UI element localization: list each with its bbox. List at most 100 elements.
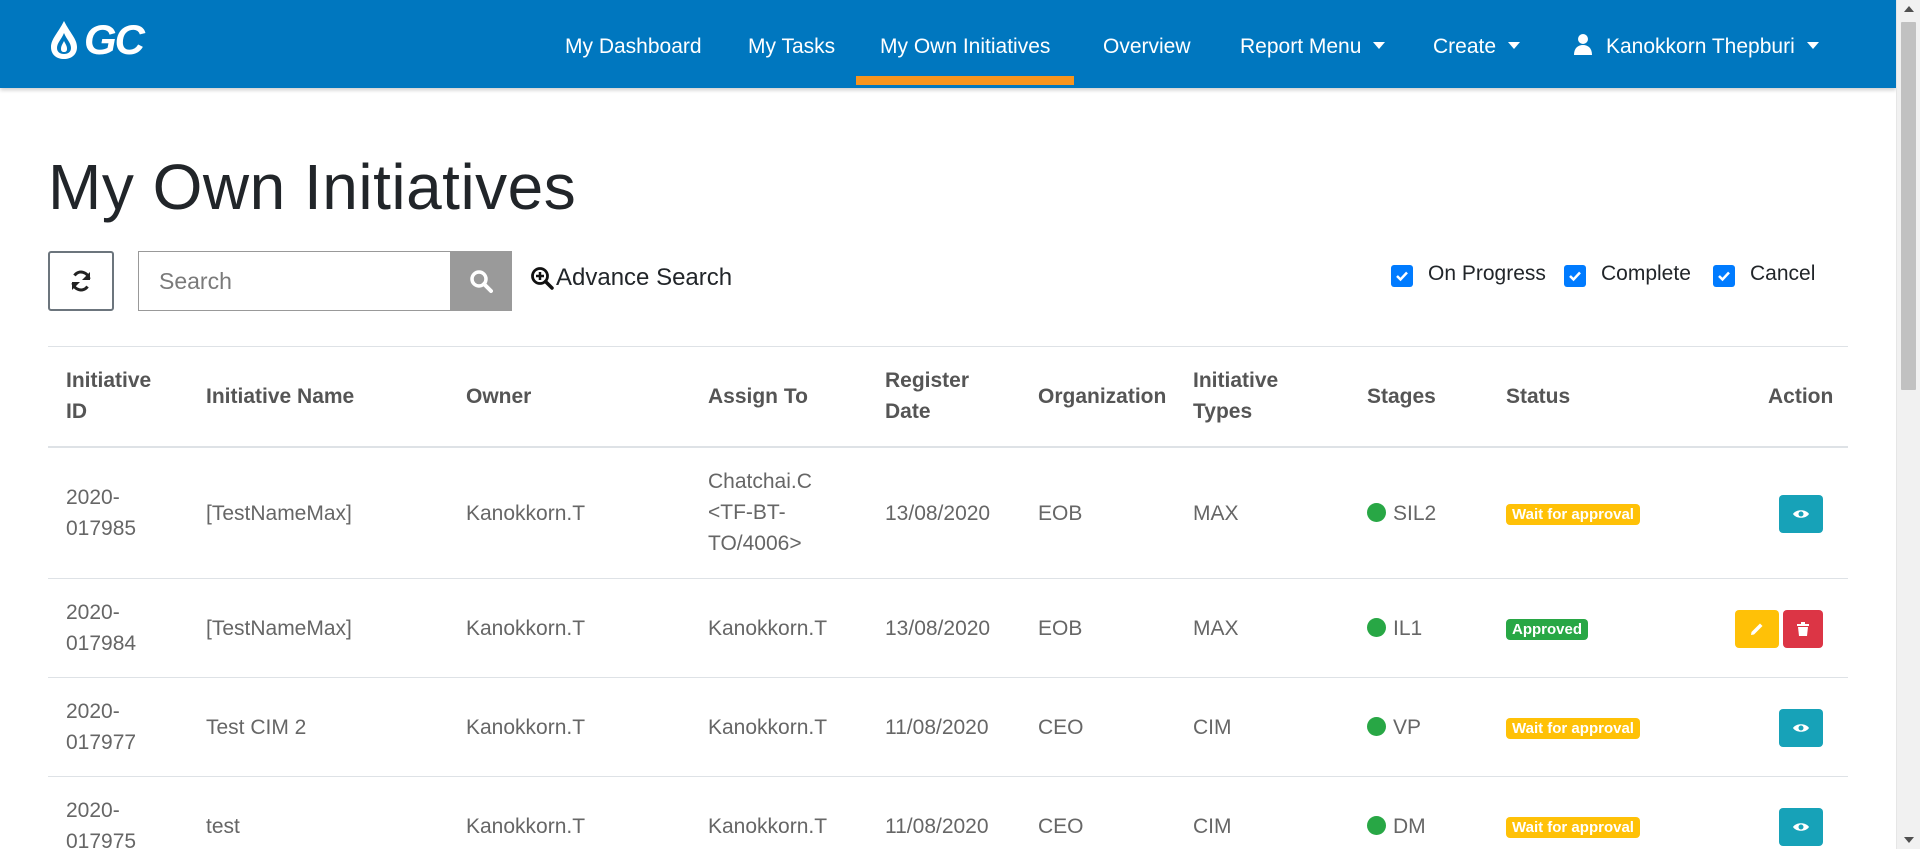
nav-report-menu[interactable]: Report Menu bbox=[1240, 0, 1386, 88]
cell-register-date: 13/08/2020 bbox=[885, 502, 991, 525]
cell-stage: DM bbox=[1367, 811, 1426, 842]
chevron-down-icon bbox=[1806, 41, 1819, 49]
cell-initiative-name: Test CIM 2 bbox=[206, 716, 307, 739]
cell-organization: EOB bbox=[1038, 617, 1083, 640]
search-input[interactable] bbox=[138, 251, 450, 311]
cell-register-date: 13/08/2020 bbox=[885, 617, 991, 640]
stage-label: SIL2 bbox=[1393, 502, 1437, 525]
checkbox-checked-icon[interactable] bbox=[1391, 265, 1413, 287]
cell-assign-to: Kanokkorn.T bbox=[708, 617, 828, 640]
cell-assign-to: Kanokkorn.T bbox=[708, 815, 828, 838]
header-initiative-types[interactable]: Initiative Types bbox=[1193, 365, 1293, 427]
nav-my-tasks[interactable]: My Tasks bbox=[748, 0, 835, 88]
user-icon bbox=[1574, 34, 1592, 56]
cell-initiative-name: [TestNameMax] bbox=[206, 502, 352, 525]
view-button[interactable] bbox=[1779, 808, 1823, 846]
filter-on-progress-label: On Progress bbox=[1428, 262, 1546, 285]
cell-initiative-name: [TestNameMax] bbox=[206, 617, 352, 640]
cell-owner: Kanokkorn.T bbox=[466, 502, 586, 525]
nav-create[interactable]: Create bbox=[1433, 0, 1521, 88]
stage-status-dot-icon bbox=[1367, 617, 1386, 637]
view-button[interactable] bbox=[1779, 709, 1823, 747]
delete-button[interactable] bbox=[1783, 610, 1823, 648]
scroll-up-arrow-icon[interactable] bbox=[1904, 6, 1914, 12]
nav-user-menu[interactable]: Kanokkorn Thepburi bbox=[1574, 0, 1819, 88]
edit-button[interactable] bbox=[1735, 610, 1779, 648]
cell-stage: VP bbox=[1367, 712, 1421, 743]
header-initiative-name[interactable]: Initiative Name bbox=[206, 381, 354, 412]
pencil-icon bbox=[1751, 623, 1763, 635]
status-badge: Wait for approval bbox=[1506, 718, 1640, 739]
advance-search-link[interactable]: Advance Search bbox=[530, 264, 732, 292]
stage-status-dot-icon bbox=[1367, 502, 1386, 522]
chevron-down-icon bbox=[1373, 41, 1386, 49]
table-header: Initiative ID Initiative Name Owner Assi… bbox=[48, 346, 1848, 448]
header-organization[interactable]: Organization bbox=[1038, 381, 1166, 412]
header-initiative-id[interactable]: Initiative ID bbox=[66, 365, 166, 427]
nav-report-menu-label: Report Menu bbox=[1240, 35, 1362, 58]
header-status[interactable]: Status bbox=[1506, 381, 1570, 412]
eye-icon bbox=[1793, 724, 1809, 732]
cell-register-date: 11/08/2020 bbox=[885, 716, 989, 739]
search-icon bbox=[470, 270, 493, 293]
nav-my-dashboard[interactable]: My Dashboard bbox=[565, 0, 702, 88]
vertical-scrollbar[interactable] bbox=[1896, 0, 1920, 849]
cell-organization: CEO bbox=[1038, 815, 1084, 838]
eye-icon bbox=[1793, 823, 1809, 831]
header-action: Action bbox=[1768, 385, 1834, 408]
nav-overview[interactable]: Overview bbox=[1103, 0, 1191, 88]
search-button[interactable] bbox=[450, 251, 512, 311]
nav-create-label: Create bbox=[1433, 35, 1497, 58]
table-row[interactable]: 2020-017985 [TestNameMax] Kanokkorn.T Ch… bbox=[48, 448, 1848, 579]
cell-initiative-id: 2020-017985 bbox=[66, 486, 137, 540]
eye-icon bbox=[1793, 510, 1809, 518]
checkbox-checked-icon[interactable] bbox=[1713, 265, 1735, 287]
table-row[interactable]: 2020-017977 Test CIM 2 Kanokkorn.T Kanok… bbox=[48, 678, 1848, 777]
filter-on-progress[interactable]: On Progress bbox=[1391, 262, 1546, 287]
status-badge: Approved bbox=[1506, 619, 1589, 640]
header-register-date[interactable]: Register Date bbox=[885, 365, 985, 427]
header-assign-to[interactable]: Assign To bbox=[708, 381, 808, 412]
cell-organization: EOB bbox=[1038, 502, 1083, 525]
refresh-button[interactable] bbox=[48, 251, 114, 311]
stage-label: DM bbox=[1393, 815, 1426, 838]
scroll-thumb[interactable] bbox=[1901, 22, 1916, 390]
stage-label: IL1 bbox=[1393, 617, 1423, 640]
trash-icon bbox=[1797, 622, 1809, 636]
filter-complete[interactable]: Complete bbox=[1564, 262, 1691, 287]
cell-owner: Kanokkorn.T bbox=[466, 815, 586, 838]
cell-initiative-type: CIM bbox=[1193, 716, 1232, 739]
cell-register-date: 11/08/2020 bbox=[885, 815, 989, 838]
scroll-down-arrow-icon[interactable] bbox=[1904, 837, 1914, 843]
header-owner[interactable]: Owner bbox=[466, 381, 531, 412]
stage-status-dot-icon bbox=[1367, 815, 1386, 835]
stage-label: VP bbox=[1393, 716, 1422, 739]
user-name: Kanokkorn Thepburi bbox=[1606, 35, 1795, 58]
filter-cancel-label: Cancel bbox=[1750, 262, 1816, 285]
nav-my-own-initiatives[interactable]: My Own Initiatives bbox=[855, 0, 1075, 88]
table-row[interactable]: 2020-017975 test Kanokkorn.T Kanokkorn.T… bbox=[48, 777, 1848, 849]
top-navbar: GC My Dashboard My Tasks My Own Initiati… bbox=[0, 0, 1896, 88]
cell-initiative-id: 2020-017977 bbox=[66, 700, 137, 754]
cell-owner: Kanokkorn.T bbox=[466, 617, 586, 640]
filter-complete-label: Complete bbox=[1601, 262, 1691, 285]
view-button[interactable] bbox=[1779, 495, 1823, 533]
header-stages[interactable]: Stages bbox=[1367, 381, 1436, 412]
cell-owner: Kanokkorn.T bbox=[466, 716, 586, 739]
cell-initiative-type: MAX bbox=[1193, 617, 1239, 640]
cell-stage: IL1 bbox=[1367, 613, 1422, 644]
cell-initiative-type: CIM bbox=[1193, 815, 1232, 838]
initiatives-table: Initiative ID Initiative Name Owner Assi… bbox=[48, 346, 1848, 849]
filter-cancel[interactable]: Cancel bbox=[1713, 262, 1816, 287]
cell-initiative-name: test bbox=[206, 815, 240, 838]
cell-initiative-type: MAX bbox=[1193, 502, 1239, 525]
cell-initiative-id: 2020-017975 bbox=[66, 799, 137, 849]
stage-status-dot-icon bbox=[1367, 716, 1386, 736]
advance-search-label: Advance Search bbox=[556, 264, 733, 291]
table-row[interactable]: 2020-017984 [TestNameMax] Kanokkorn.T Ka… bbox=[48, 579, 1848, 678]
chevron-down-icon bbox=[1508, 41, 1521, 49]
checkbox-checked-icon[interactable] bbox=[1564, 265, 1586, 287]
refresh-icon bbox=[71, 270, 91, 292]
status-badge: Wait for approval bbox=[1506, 817, 1640, 838]
cell-assign-to: Kanokkorn.T bbox=[708, 716, 828, 739]
